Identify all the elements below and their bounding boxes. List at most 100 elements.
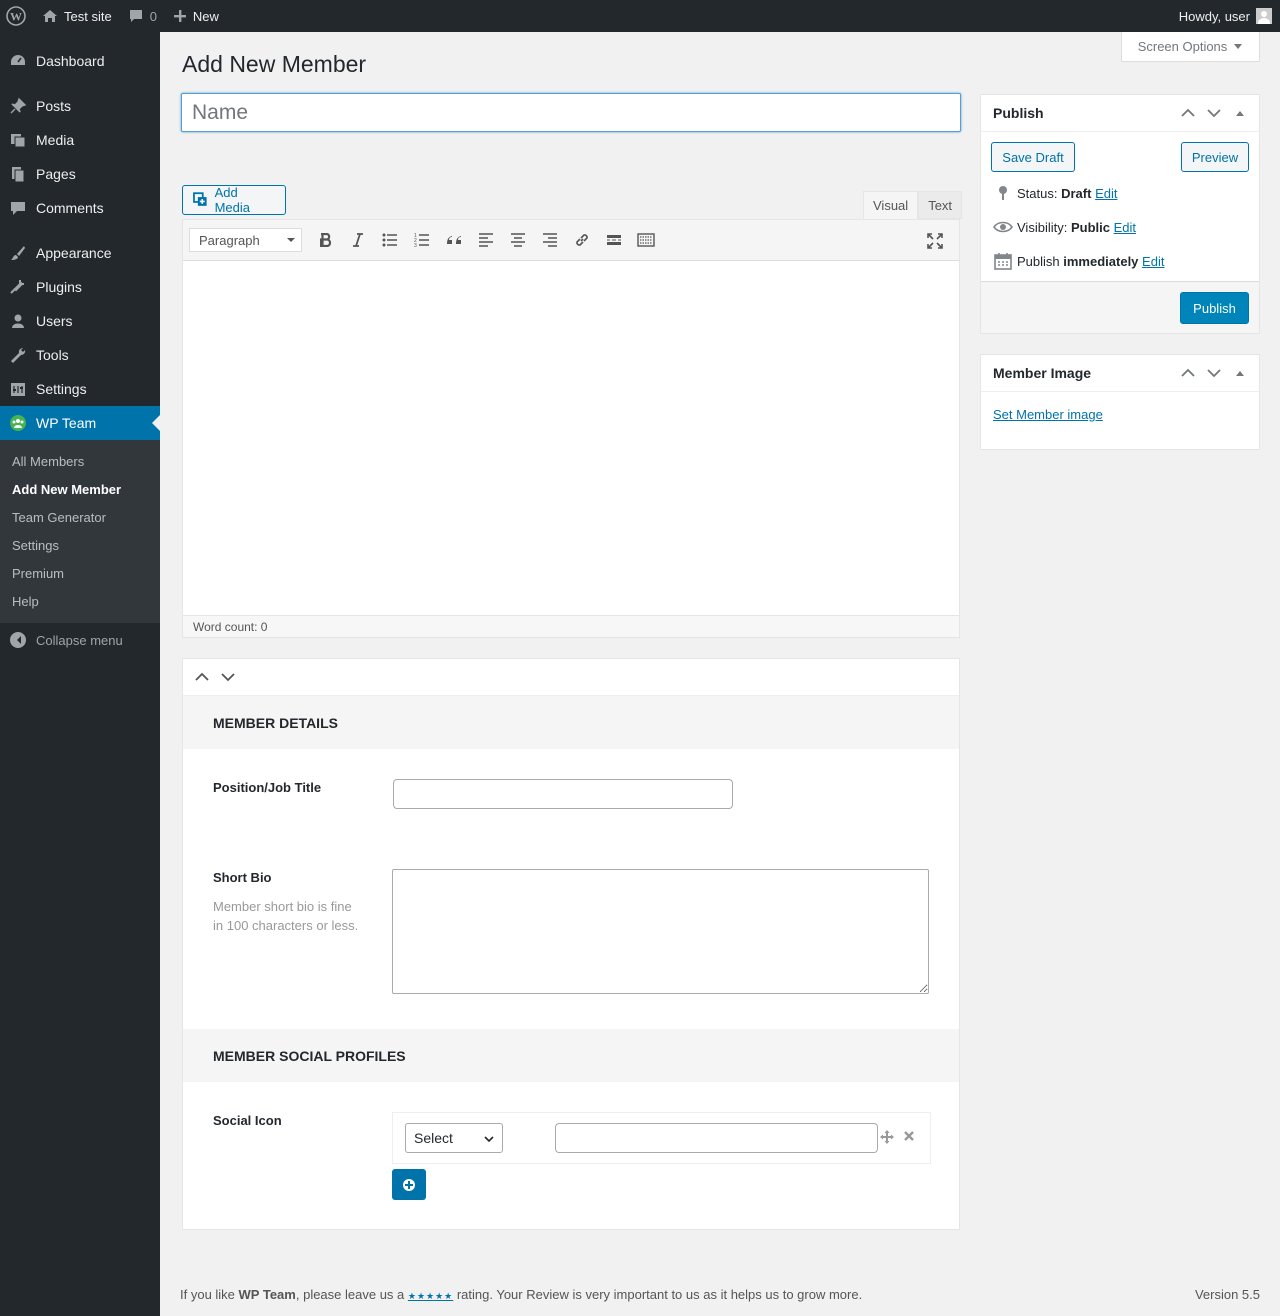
align-center-button[interactable] <box>502 225 534 255</box>
bold-button[interactable] <box>310 225 342 255</box>
toolbar-toggle-button[interactable] <box>630 225 662 255</box>
publish-actions: Publish <box>981 281 1259 333</box>
preview-button[interactable]: Preview <box>1181 142 1249 172</box>
submenu-all-members[interactable]: All Members <box>0 447 160 475</box>
plug-icon <box>8 277 28 297</box>
chevron-down-icon <box>1207 369 1221 378</box>
add-social-row-button[interactable] <box>392 1169 426 1200</box>
publish-toggle-button[interactable] <box>1227 100 1253 126</box>
align-right-button[interactable] <box>534 225 566 255</box>
footer-thankyou: If you like WP Team, please leave us a ★… <box>180 1287 862 1302</box>
image-move-up-button[interactable] <box>1175 360 1201 386</box>
menu-users[interactable]: Users <box>0 304 160 338</box>
publish-move-down-button[interactable] <box>1201 100 1227 126</box>
publish-button[interactable]: Publish <box>1180 292 1249 324</box>
wordpress-logo[interactable]: W <box>0 0 34 32</box>
menu-plugins[interactable]: Plugins <box>0 270 160 304</box>
save-draft-label: Save Draft <box>1002 149 1064 165</box>
comments-link[interactable]: 0 <box>120 0 165 32</box>
tab-text[interactable]: Text <box>918 191 963 219</box>
bullet-list-button[interactable] <box>374 225 406 255</box>
menu-label: WP Team <box>36 415 97 431</box>
keyboard-icon <box>637 233 655 247</box>
menu-label: Media <box>36 132 75 148</box>
publish-button-label: Publish <box>1193 300 1236 316</box>
site-name: Test site <box>64 8 112 24</box>
member-image-title: Member Image <box>993 365 1092 381</box>
chevron-up-icon <box>195 672 209 681</box>
social-url-input[interactable] <box>555 1123 878 1153</box>
image-toggle-button[interactable] <box>1227 360 1253 386</box>
submenu-add-new-member[interactable]: Add New Member <box>0 475 160 503</box>
publish-box-header: Publish <box>981 95 1259 132</box>
editor-toolbar: Paragraph 123 <box>183 220 959 261</box>
menu-label: Tools <box>36 347 69 363</box>
submenu-help[interactable]: Help <box>0 587 160 615</box>
submenu-team-generator[interactable]: Team Generator <box>0 503 160 531</box>
align-left-button[interactable] <box>470 225 502 255</box>
blockquote-button[interactable] <box>438 225 470 255</box>
menu-label: Dashboard <box>36 53 105 69</box>
brush-icon <box>8 243 28 263</box>
save-draft-button[interactable]: Save Draft <box>991 142 1075 172</box>
read-more-button[interactable] <box>598 225 630 255</box>
tab-visual[interactable]: Visual <box>863 191 919 219</box>
member-name-input[interactable] <box>181 93 961 132</box>
edit-schedule-link[interactable]: Edit <box>1142 254 1164 269</box>
set-member-image-link[interactable]: Set Member image <box>993 407 1103 422</box>
menu-posts[interactable]: Posts <box>0 89 160 123</box>
short-bio-textarea[interactable] <box>392 869 929 994</box>
image-move-down-button[interactable] <box>1201 360 1227 386</box>
menu-label: Pages <box>36 166 76 182</box>
menu-tools[interactable]: Tools <box>0 338 160 372</box>
collapse-menu-button[interactable]: Collapse menu <box>0 623 160 657</box>
link-icon <box>576 234 588 246</box>
add-media-button[interactable]: Add Media <box>182 185 286 215</box>
numbered-list-button[interactable]: 123 <box>406 225 438 255</box>
preview-label: Preview <box>1191 149 1239 165</box>
move-down-button[interactable] <box>215 664 241 690</box>
admin-bar: W Test site 0 New Howdy, user <box>0 0 1280 32</box>
menu-media[interactable]: Media <box>0 123 160 157</box>
rating-stars-link[interactable]: ★★★★★ <box>408 1291 453 1301</box>
format-select-value: Paragraph <box>199 232 260 248</box>
howdy-text: Howdy, user <box>1178 8 1250 24</box>
move-up-button[interactable] <box>189 664 215 690</box>
plus-circle-icon <box>403 1178 415 1191</box>
italic-button[interactable] <box>342 225 374 255</box>
edit-status-link[interactable]: Edit <box>1095 186 1117 201</box>
word-count: Word count: 0 <box>183 615 959 637</box>
social-icon-select[interactable]: Select <box>405 1123 503 1153</box>
drag-handle[interactable] <box>880 1130 896 1146</box>
menu-appearance[interactable]: Appearance <box>0 236 160 270</box>
chevron-down-icon <box>484 1136 494 1142</box>
edit-visibility-link[interactable]: Edit <box>1114 220 1136 235</box>
remove-row-button[interactable] <box>903 1130 919 1146</box>
new-content-link[interactable]: New <box>165 0 227 32</box>
menu-wp-team[interactable]: WP Team <box>0 406 160 440</box>
menu-pages[interactable]: Pages <box>0 157 160 191</box>
status-value: Draft <box>1061 185 1092 201</box>
fullscreen-button[interactable] <box>919 226 951 256</box>
position-input[interactable] <box>393 779 733 809</box>
member-image-header: Member Image <box>981 355 1259 392</box>
site-name-link[interactable]: Test site <box>34 0 120 32</box>
svg-text:W: W <box>10 10 22 24</box>
publish-move-up-button[interactable] <box>1175 100 1201 126</box>
svg-text:3: 3 <box>414 243 417 247</box>
submenu-settings[interactable]: Settings <box>0 531 160 559</box>
screen-options-button[interactable]: Screen Options <box>1121 32 1260 62</box>
submenu-premium[interactable]: Premium <box>0 559 160 587</box>
link-button[interactable] <box>566 225 598 255</box>
screen-options-label: Screen Options <box>1137 39 1228 54</box>
menu-dashboard[interactable]: Dashboard <box>0 44 160 78</box>
member-details-heading: MEMBER DETAILS <box>183 696 959 749</box>
menu-settings[interactable]: Settings <box>0 372 160 406</box>
quote-icon <box>447 236 461 244</box>
format-select[interactable]: Paragraph <box>189 228 302 252</box>
member-image-box: Member Image Set Member image <box>980 354 1260 450</box>
add-media-icon <box>193 192 207 206</box>
editor-content-area[interactable] <box>183 261 959 615</box>
my-account[interactable]: Howdy, user <box>1179 8 1280 24</box>
menu-comments[interactable]: Comments <box>0 191 160 225</box>
